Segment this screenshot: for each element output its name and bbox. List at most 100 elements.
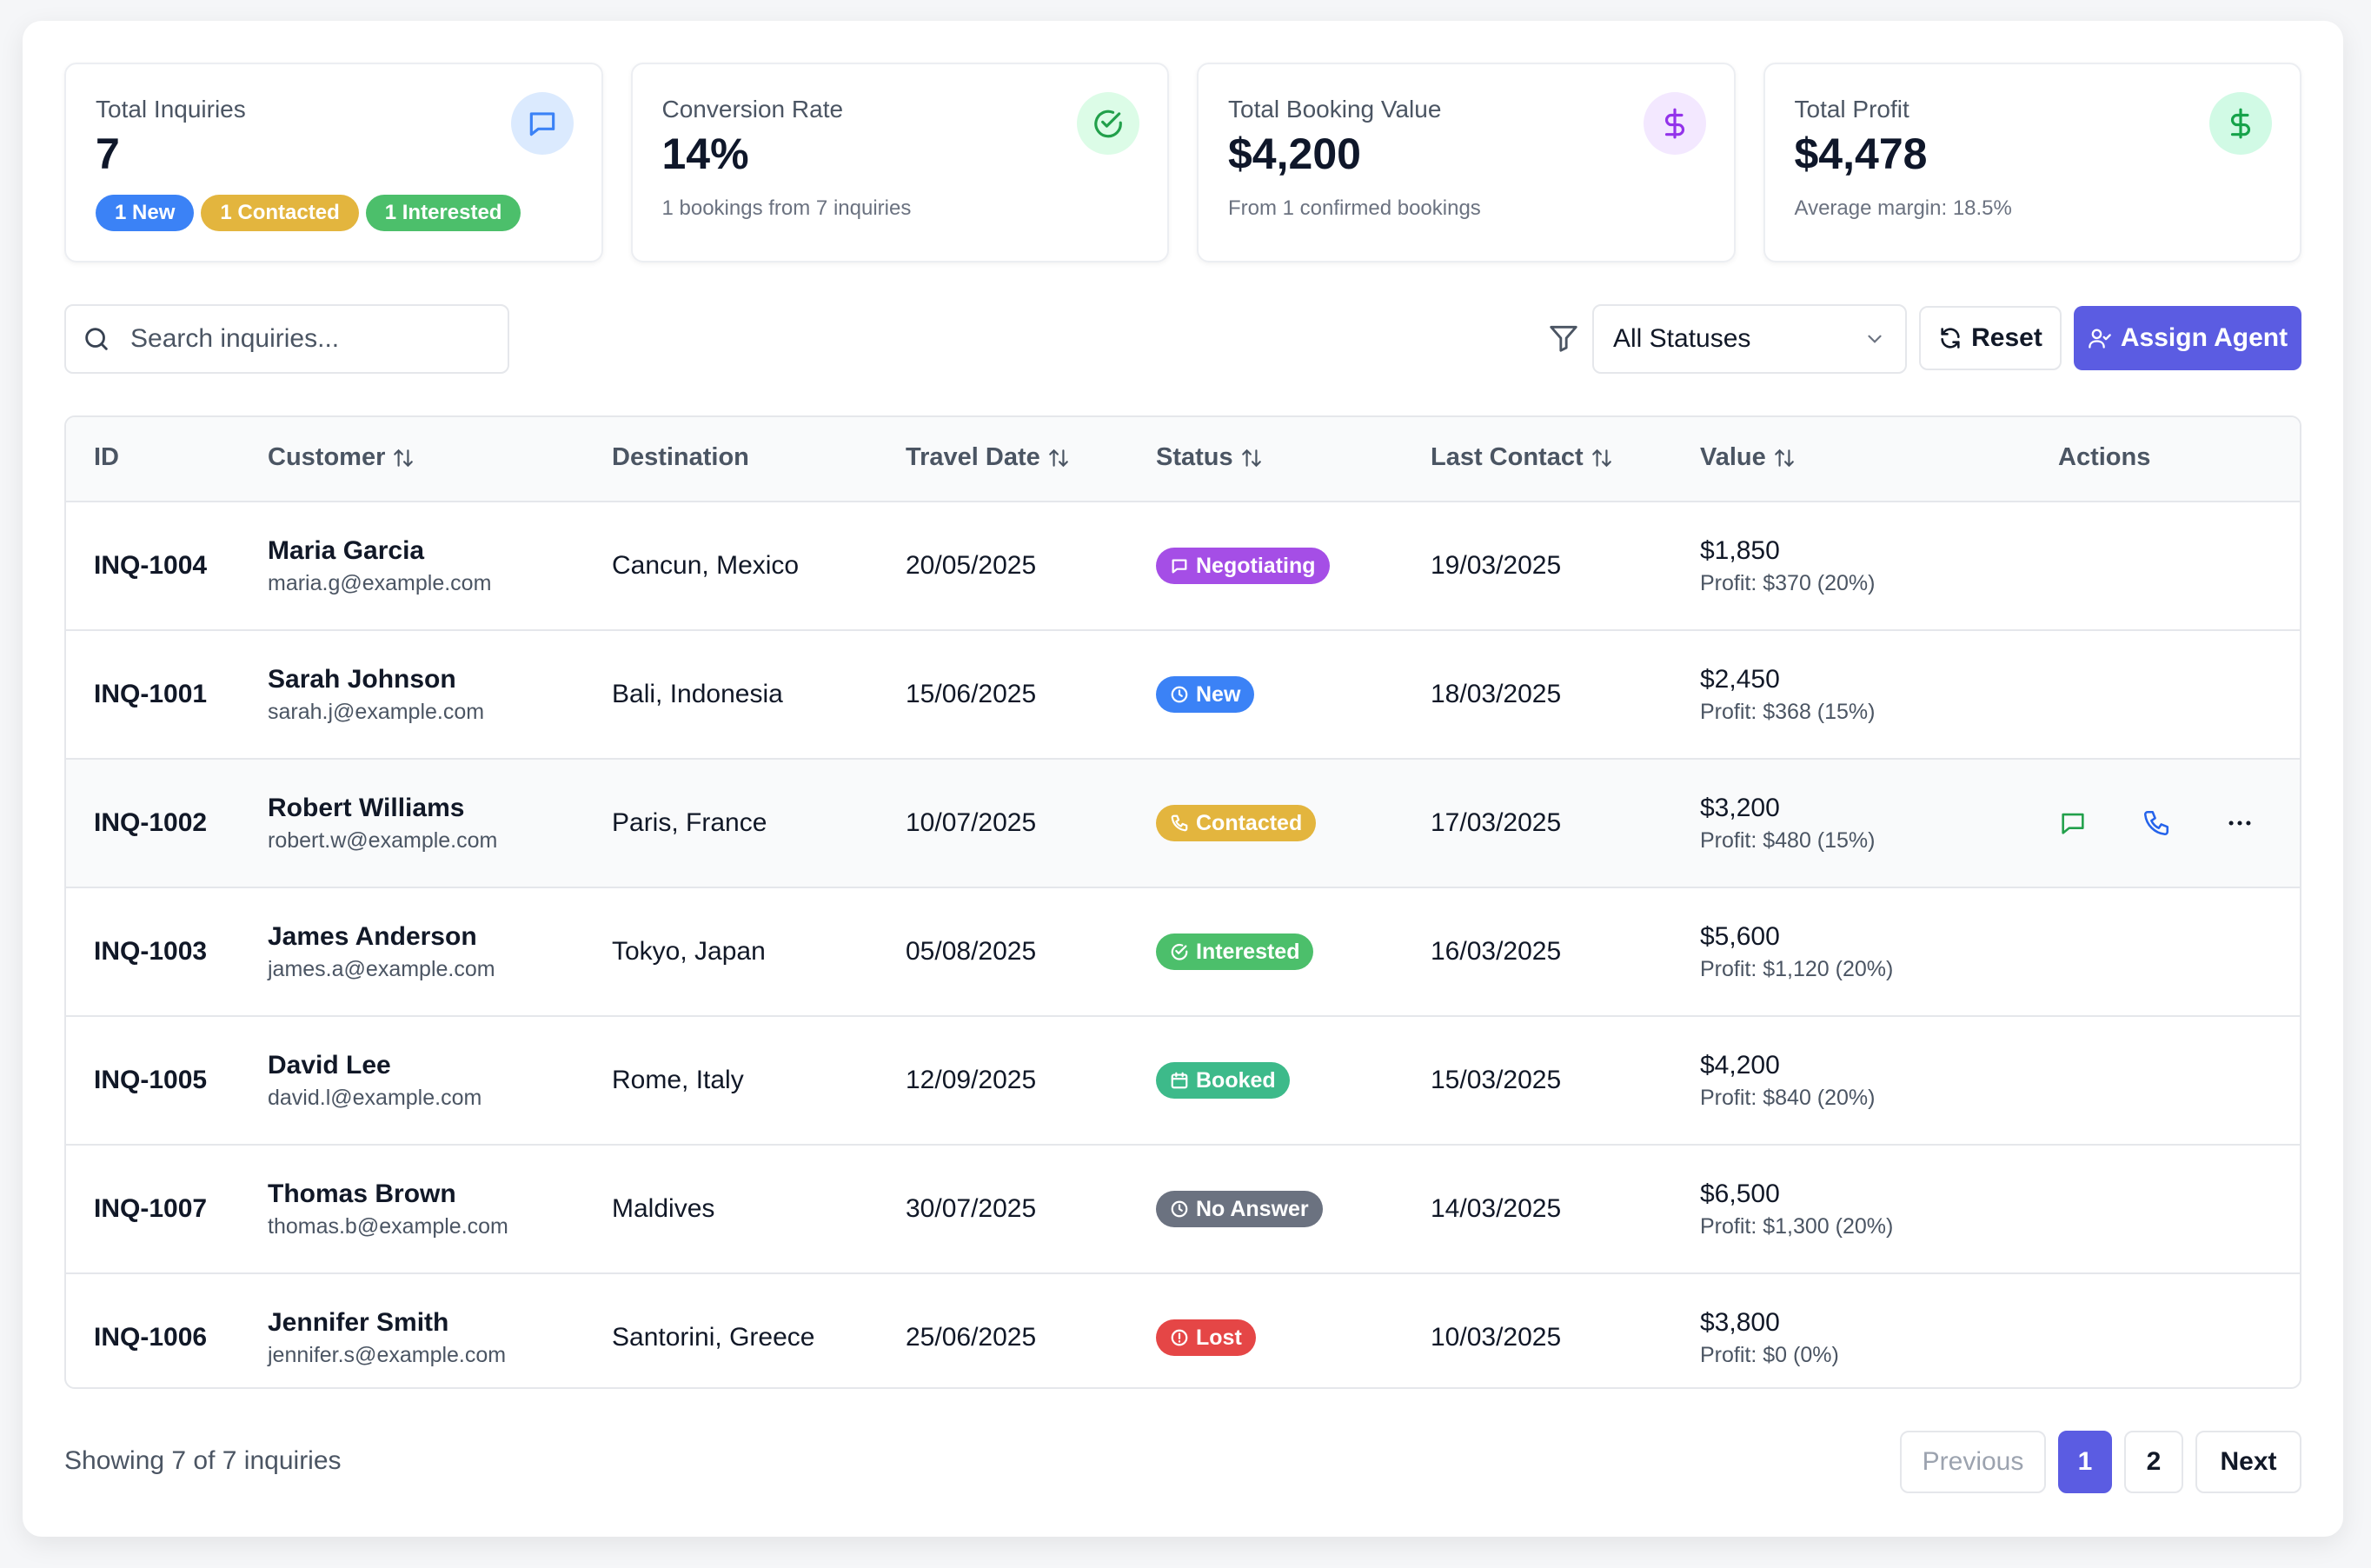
value-cell: $6,500 Profit: $1,300 (20%)	[1700, 1146, 1893, 1272]
table-row[interactable]: INQ-1002 Robert Williams robert.w@example.…	[66, 760, 2300, 888]
last-contact: 19/03/2025	[1431, 551, 1562, 580]
status-cell: Negotiating	[1156, 502, 1330, 629]
phone-icon[interactable]	[2142, 808, 2171, 838]
showing-count: Showing 7 of 7 inquiries	[64, 1446, 342, 1475]
previous-button[interactable]: Previous	[1900, 1431, 2046, 1493]
conversion-rate-card: Conversion Rate 14% 1 bookings from 7 in…	[630, 63, 1169, 262]
status-label: Contacted	[1196, 811, 1303, 835]
total-profit-card: Total Profit $4,478 Average margin: 18.5…	[1763, 63, 2301, 262]
dollar-icon	[1643, 92, 1706, 155]
message-icon[interactable]	[2058, 808, 2088, 838]
inquiry-id: INQ-1004	[94, 551, 208, 580]
destination: Santorini, Greece	[612, 1323, 815, 1352]
reset-button[interactable]: Reset	[1919, 306, 2062, 370]
message-icon	[510, 92, 574, 155]
inquiries-table: ID Customer Destination Travel Date Stat…	[64, 415, 2301, 1389]
status-badge: Contacted	[1156, 805, 1317, 841]
status-pill: 1 Interested	[365, 195, 521, 231]
card-title: Conversion Rate	[661, 96, 844, 123]
assign-agent-button[interactable]: Assign Agent	[2074, 306, 2301, 370]
header-last-contact[interactable]: Last Contact	[1431, 443, 1613, 472]
more-horizontal-icon[interactable]	[2225, 808, 2255, 838]
customer-email: robert.w@example.com	[268, 827, 498, 853]
search-box[interactable]	[64, 304, 509, 374]
profit-value: Profit: $368 (15%)	[1700, 699, 1876, 724]
check-circle-icon	[1077, 92, 1139, 155]
booking-value: $4,200	[1700, 1050, 1780, 1080]
assign-agent-label: Assign Agent	[2120, 323, 2288, 352]
chevron-down-icon	[1868, 335, 1882, 343]
search-input[interactable]	[129, 323, 497, 355]
status-cell: Interested	[1156, 888, 1314, 1015]
status-filter-value: All Statuses	[1613, 324, 1751, 353]
booking-value: $3,800	[1700, 1307, 1780, 1337]
customer-name: Thomas Brown	[268, 1179, 456, 1208]
check-circle-icon	[1171, 943, 1188, 960]
status-filter-select[interactable]: All Statuses	[1592, 304, 1907, 374]
status-badge: Interested	[1156, 933, 1314, 970]
card-value: $4,200	[1228, 130, 1361, 178]
customer-cell: James Anderson james.a@example.com	[268, 888, 495, 1015]
status-label: No Answer	[1196, 1197, 1309, 1221]
travel-date: 15/06/2025	[906, 680, 1037, 708]
destination: Cancun, Mexico	[612, 551, 800, 580]
profit-value: Profit: $370 (20%)	[1700, 570, 1876, 595]
inquiry-id: INQ-1005	[94, 1066, 208, 1094]
refresh-icon	[1941, 328, 1960, 349]
reset-label: Reset	[1971, 323, 2042, 352]
next-button[interactable]: Next	[2195, 1431, 2301, 1493]
header-id: ID	[94, 443, 119, 471]
page-1-button[interactable]: 1	[2058, 1431, 2112, 1493]
status-label: Interested	[1196, 940, 1300, 964]
status-cell: No Answer	[1156, 1146, 1323, 1272]
table-row[interactable]: INQ-1006 Jennifer Smith jennifer.s@example…	[66, 1274, 2300, 1387]
header-status[interactable]: Status	[1156, 443, 1263, 472]
header-actions: Actions	[2058, 443, 2151, 471]
profit-value: Profit: $840 (20%)	[1700, 1085, 1876, 1110]
booking-value: $6,500	[1700, 1179, 1780, 1208]
customer-email: thomas.b@example.com	[268, 1213, 508, 1239]
status-badge: New	[1156, 676, 1255, 713]
travel-date: 10/07/2025	[906, 808, 1037, 837]
booking-value: $1,850	[1700, 535, 1780, 565]
sort-icon	[1048, 448, 1068, 467]
header-travel-date[interactable]: Travel Date	[906, 443, 1070, 472]
sort-icon	[1591, 448, 1611, 467]
travel-date: 30/07/2025	[906, 1194, 1037, 1223]
header-value[interactable]: Value	[1700, 443, 1796, 472]
booking-value: $3,200	[1700, 793, 1780, 822]
status-cell: Booked	[1156, 1017, 1290, 1144]
customer-name: David Lee	[268, 1050, 391, 1080]
travel-date: 05/08/2025	[906, 937, 1037, 966]
status-badge: Negotiating	[1156, 548, 1330, 584]
destination: Tokyo, Japan	[612, 937, 766, 966]
table-row[interactable]: INQ-1001 Sarah Johnson sarah.j@example.com…	[66, 631, 2300, 760]
customer-name: Maria Garcia	[268, 535, 425, 565]
dollar-icon	[2209, 92, 2272, 155]
destination: Maldives	[612, 1194, 715, 1223]
customer-name: Jennifer Smith	[268, 1307, 449, 1337]
table-row[interactable]: INQ-1007 Thomas Brown thomas.b@example.com…	[66, 1146, 2300, 1274]
clock-icon	[1171, 1200, 1188, 1218]
destination: Bali, Indonesia	[612, 680, 783, 708]
customer-cell: Maria Garcia maria.g@example.com	[268, 502, 491, 629]
table-row[interactable]: INQ-1004 Maria Garcia maria.g@example.com C…	[66, 502, 2300, 631]
sort-icon	[1241, 448, 1261, 467]
page-2-button[interactable]: 2	[2124, 1431, 2183, 1493]
table-row[interactable]: INQ-1003 James Anderson james.a@example.co…	[66, 888, 2300, 1017]
card-subtitle: 1 bookings from 7 inquiries	[661, 196, 912, 220]
clock-icon	[1171, 686, 1188, 703]
customer-name: James Anderson	[268, 921, 477, 951]
table-row[interactable]: INQ-1005 David Lee david.l@example.com Rome…	[66, 1017, 2300, 1146]
header-customer[interactable]: Customer	[268, 443, 415, 472]
sort-icon	[394, 448, 414, 467]
customer-cell: David Lee david.l@example.com	[268, 1017, 482, 1144]
phone-icon	[1171, 814, 1188, 832]
destination: Rome, Italy	[612, 1066, 744, 1094]
booking-value: $5,600	[1700, 921, 1780, 951]
status-badge: Lost	[1156, 1319, 1256, 1356]
filter-icon	[1550, 325, 1577, 352]
search-icon	[85, 328, 108, 350]
card-value: 7	[96, 130, 120, 178]
stat-cards: Total Inquiries 7 1 New 1 Contacted 1 Inte…	[64, 63, 2301, 262]
